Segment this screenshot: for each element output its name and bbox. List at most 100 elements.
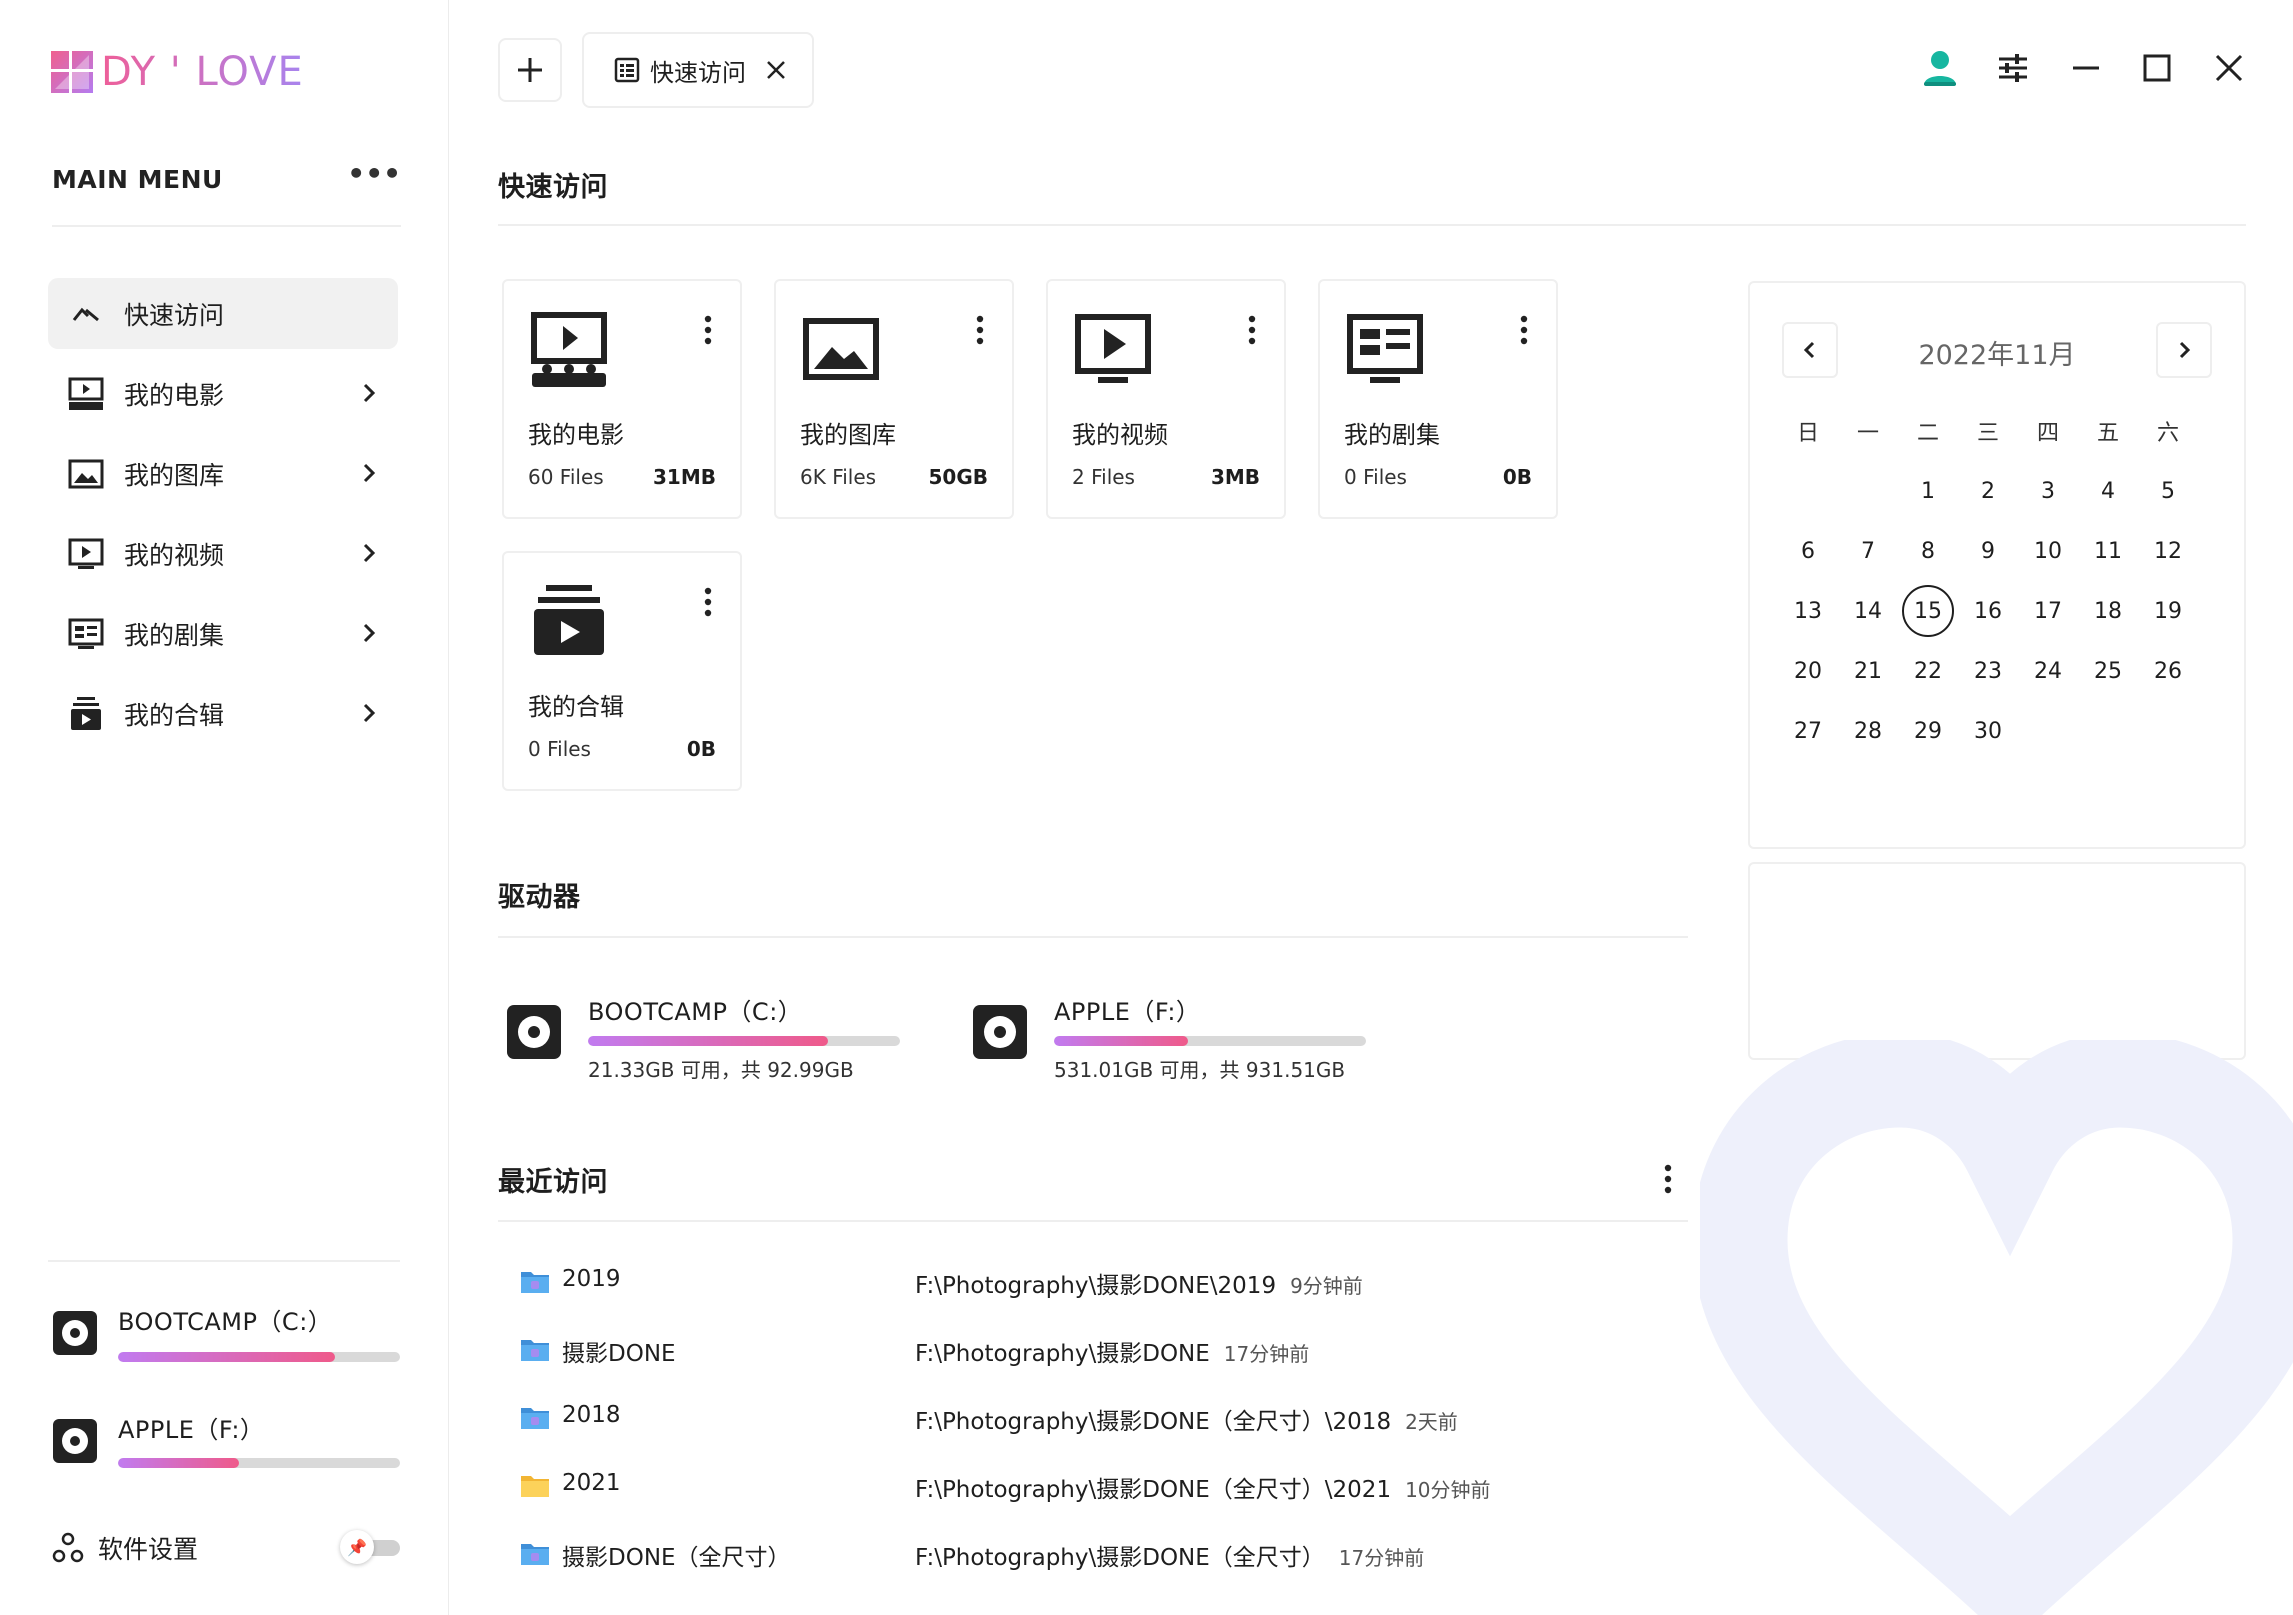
recent-row[interactable]: 摄影DONE F:\Photography\摄影DONE 17分钟前 (518, 1330, 1688, 1370)
calendar-day[interactable]: 9 (1958, 521, 2018, 581)
sidebar-item-series[interactable]: 我的剧集 (48, 598, 398, 669)
recent-row[interactable]: 2019 F:\Photography\摄影DONE\2019 9分钟前 (518, 1262, 1688, 1302)
card-file-count: 0 Files (528, 737, 591, 761)
more-options-icon[interactable] (702, 315, 714, 345)
card-size: 0B (1502, 465, 1532, 489)
more-options-icon[interactable] (1662, 1164, 1674, 1194)
calendar-day[interactable]: 23 (1958, 641, 2018, 701)
folder-blue-icon (521, 1272, 549, 1293)
calendar-day[interactable]: 24 (2018, 641, 2078, 701)
drive-bootcamp[interactable]: BOOTCAMP（C:） 21.33GB 可用，共 92.99GB (498, 992, 918, 1092)
quick-card-videos[interactable]: 我的视频 2 Files 3MB (1046, 279, 1286, 519)
calendar-day[interactable]: 20 (1778, 641, 1838, 701)
disk-drive-icon (973, 1005, 1027, 1059)
calendar-day[interactable]: 19 (2138, 581, 2198, 641)
calendar-day[interactable]: 1 (1898, 461, 1958, 521)
drive-usage-fill (118, 1352, 336, 1362)
more-options-icon[interactable] (1246, 315, 1258, 345)
calendar-day[interactable]: 25 (2078, 641, 2138, 701)
image-icon (66, 454, 106, 494)
weekday-header: 五 (2096, 421, 2119, 446)
calendar-day-number: 10 (2034, 538, 2062, 564)
calendar-day[interactable]: 28 (1838, 701, 1898, 761)
close-tab-icon[interactable] (764, 58, 788, 82)
calendar-day-number: 9 (1981, 538, 1995, 564)
calendar-day[interactable]: 21 (1838, 641, 1898, 701)
sidebar-drive-bootcamp[interactable]: BOOTCAMP（C:） (48, 1302, 400, 1382)
next-month-button[interactable] (2156, 322, 2212, 378)
user-avatar-button[interactable] (1920, 48, 1960, 88)
quick-card-series[interactable]: 我的剧集 0 Files 0B (1318, 279, 1558, 519)
calendar-day[interactable]: 7 (1838, 521, 1898, 581)
calendar-day-number: 22 (1914, 658, 1942, 684)
preferences-button[interactable] (1993, 48, 2033, 88)
more-options-icon[interactable] (1518, 315, 1530, 345)
close-window-button[interactable] (2209, 48, 2249, 88)
new-tab-button[interactable] (498, 38, 562, 102)
calendar-day[interactable]: 17 (2018, 581, 2078, 641)
sidebar-drive-apple[interactable]: APPLE（F:） (48, 1410, 400, 1490)
card-file-count: 60 Files (528, 465, 604, 489)
maximize-button[interactable] (2137, 48, 2177, 88)
calendar-day[interactable]: 18 (2078, 581, 2138, 641)
sidebar-item-gallery[interactable]: 我的图库 (48, 438, 398, 509)
calendar-day-number: 25 (2094, 658, 2122, 684)
calendar-day[interactable]: 22 (1898, 641, 1958, 701)
calendar-day[interactable]: 11 (2078, 521, 2138, 581)
drive-apple[interactable]: APPLE（F:） 531.01GB 可用，共 931.51GB (964, 992, 1384, 1092)
calendar-day-number: 18 (2094, 598, 2122, 624)
calendar-day[interactable]: 13 (1778, 581, 1838, 641)
calendar-day-number: 21 (1854, 658, 1882, 684)
drive-usage-fill (118, 1458, 240, 1468)
main-menu-more-button[interactable]: ••• (347, 160, 401, 225)
tab-quick-access[interactable]: 快速访问 (582, 32, 814, 108)
recent-row[interactable]: 2021 F:\Photography\摄影DONE（全尺寸）\2021 10分钟… (518, 1466, 1688, 1506)
calendar-day[interactable]: 30 (1958, 701, 2018, 761)
disk-drive-icon (53, 1419, 97, 1463)
calendar-day[interactable]: 3 (2018, 461, 2078, 521)
tab-label: 快速访问 (650, 58, 746, 87)
calendar-day[interactable]: 4 (2078, 461, 2138, 521)
calendar-day[interactable]: 8 (1898, 521, 1958, 581)
calendar-day[interactable]: 6 (1778, 521, 1838, 581)
quick-card-collections[interactable]: 我的合辑 0 Files 0B (502, 551, 742, 791)
calendar-day[interactable]: 2 (1958, 461, 2018, 521)
calendar-day[interactable]: 14 (1838, 581, 1898, 641)
calendar-day-number: 26 (2154, 658, 2182, 684)
sidebar-item-collections[interactable]: 我的合辑 (48, 678, 398, 749)
sidebar-item-quick-access[interactable]: 快速访问 (48, 278, 398, 349)
calendar-day[interactable]: 12 (2138, 521, 2198, 581)
recent-row[interactable]: 摄影DONE（全尺寸） F:\Photography\摄影DONE（全尺寸） 17… (518, 1534, 1688, 1574)
calendar-day-number: 4 (2101, 478, 2115, 504)
calendar-day-today[interactable]: 15 (1898, 581, 1958, 641)
sidebar-item-videos[interactable]: 我的视频 (48, 518, 398, 589)
calendar-day[interactable]: 26 (2138, 641, 2198, 701)
more-options-icon[interactable] (702, 587, 714, 617)
drive-usage-fill (588, 1036, 829, 1046)
calendar-day-number: 28 (1854, 718, 1882, 744)
weekday-header: 六 (2156, 421, 2179, 446)
more-options-icon[interactable] (974, 315, 986, 345)
recent-row[interactable]: 2018 F:\Photography\摄影DONE（全尺寸）\2018 2天前 (518, 1398, 1688, 1438)
sidebar-divider (48, 1260, 400, 1262)
card-title: 我的合辑 (528, 693, 624, 721)
quick-card-movies[interactable]: 我的电影 60 Files 31MB (502, 279, 742, 519)
calendar-day[interactable]: 5 (2138, 461, 2198, 521)
minimize-button[interactable] (2066, 48, 2106, 88)
quick-card-gallery[interactable]: 我的图库 6K Files 50GB (774, 279, 1014, 519)
calendar-day[interactable]: 16 (1958, 581, 2018, 641)
software-settings[interactable]: 软件设置 📌 (52, 1528, 402, 1568)
calendar-day[interactable]: 29 (1898, 701, 1958, 761)
sidebar-item-movies[interactable]: 我的电影 (48, 358, 398, 429)
info-panel (1748, 862, 2246, 1060)
recent-path: F:\Photography\摄影DONE（全尺寸）\2018 (915, 1409, 1392, 1435)
pin-toggle[interactable]: 📌 (340, 1530, 402, 1564)
chevron-right-icon (363, 623, 376, 643)
calendar-day[interactable]: 27 (1778, 701, 1838, 761)
card-size: 0B (686, 737, 716, 761)
calendar-day[interactable]: 10 (2018, 521, 2078, 581)
calendar-day-number: 5 (2161, 478, 2175, 504)
pin-icon: 📌 (340, 1530, 374, 1564)
main-menu-header: MAIN MENU ••• (52, 160, 401, 227)
sidebar-item-label: 我的电影 (124, 380, 225, 410)
